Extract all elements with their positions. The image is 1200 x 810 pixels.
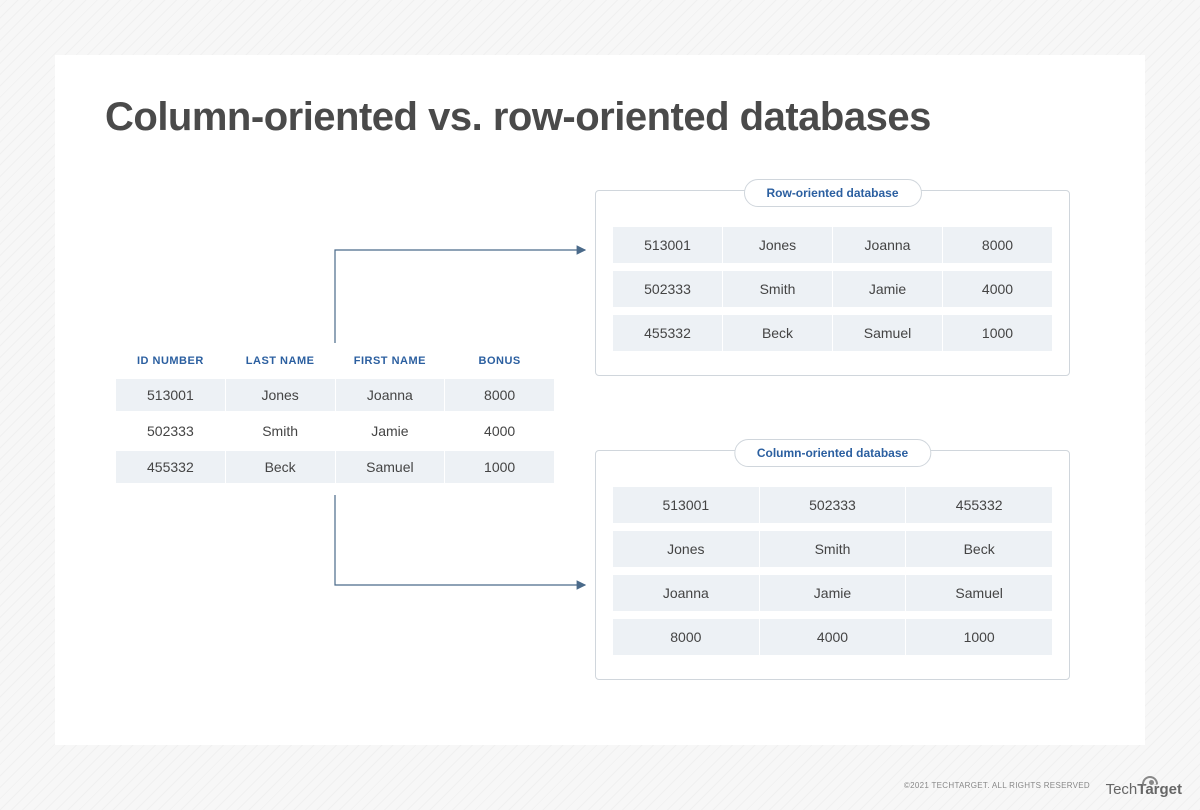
row-db-box: Row-oriented database 513001 Jones Joann… bbox=[595, 190, 1070, 376]
header-bonus: BONUS bbox=[445, 349, 554, 375]
table-row: 502333 Smith Jamie 4000 bbox=[116, 415, 554, 447]
diagram-canvas: Column-oriented vs. row-oriented databas… bbox=[55, 55, 1145, 745]
table-row: Joanna Jamie Samuel bbox=[613, 575, 1052, 611]
table-row: 455332 Beck Samuel 1000 bbox=[613, 315, 1052, 351]
table-row: 502333 Smith Jamie 4000 bbox=[613, 271, 1052, 307]
eye-icon bbox=[1142, 776, 1158, 785]
col-db-label: Column-oriented database bbox=[734, 439, 931, 467]
table-row: Jones Smith Beck bbox=[613, 531, 1052, 567]
row-db-label: Row-oriented database bbox=[743, 179, 921, 207]
header-id: ID NUMBER bbox=[116, 349, 225, 375]
col-db-box: Column-oriented database 513001 502333 4… bbox=[595, 450, 1070, 680]
copyright-text: ©2021 TECHTARGET. ALL RIGHTS RESERVED bbox=[904, 781, 1090, 790]
header-firstname: FIRST NAME bbox=[336, 349, 445, 375]
techtarget-logo: TechTarget bbox=[1086, 781, 1182, 798]
header-lastname: LAST NAME bbox=[226, 349, 335, 375]
table-row: 513001 502333 455332 bbox=[613, 487, 1052, 523]
page-title: Column-oriented vs. row-oriented databas… bbox=[105, 95, 1105, 140]
table-row: 513001 Jones Joanna 8000 bbox=[613, 227, 1052, 263]
source-table: ID NUMBER LAST NAME FIRST NAME BONUS 513… bbox=[115, 345, 555, 487]
table-row: 455332 Beck Samuel 1000 bbox=[116, 451, 554, 483]
table-row: 8000 4000 1000 bbox=[613, 619, 1052, 655]
table-row: 513001 Jones Joanna 8000 bbox=[116, 379, 554, 411]
